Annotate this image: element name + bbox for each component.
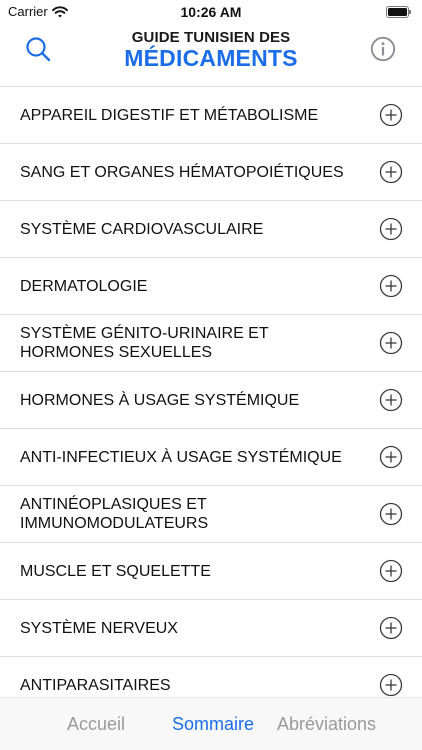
plus-circle-icon[interactable] <box>379 502 403 526</box>
category-label: SYSTÈME GÉNITO-URINAIRE ET HORMONES SEXU… <box>20 325 269 361</box>
status-time: 10:26 AM <box>180 4 242 20</box>
category-row[interactable]: SYSTÈME GÉNITO-URINAIRE ET HORMONES SEXU… <box>0 314 422 371</box>
plus-circle-icon[interactable] <box>379 616 403 640</box>
plus-circle-icon[interactable] <box>379 559 403 583</box>
category-label: ANTIPARASITAIRES <box>20 676 171 694</box>
plus-circle-icon[interactable] <box>379 103 403 127</box>
category-label: DERMATOLOGIE <box>20 277 148 295</box>
tab-abreviations[interactable]: Abréviations <box>277 714 376 735</box>
category-label: ANTI-INFECTIEUX À USAGE SYSTÉMIQUE <box>20 448 342 466</box>
category-label: HORMONES À USAGE SYSTÉMIQUE <box>20 391 300 409</box>
plus-circle-icon[interactable] <box>379 217 403 241</box>
plus-circle-icon[interactable] <box>379 274 403 298</box>
category-label: APPAREIL DIGESTIF ET MÉTABOLISME <box>20 106 319 124</box>
category-row[interactable]: APPAREIL DIGESTIF ET MÉTABOLISME <box>0 86 422 143</box>
category-row[interactable]: ANTINÉOPLASIQUES ET IMMUNOMODULATEURS <box>0 485 422 542</box>
logo-title-top: GUIDE TUNISIEN DES <box>131 29 291 46</box>
plus-circle-icon[interactable] <box>379 160 403 184</box>
plus-circle-icon[interactable] <box>379 445 403 469</box>
plus-circle-icon[interactable] <box>379 673 403 697</box>
info-icon <box>370 36 396 62</box>
battery-icon <box>386 6 412 18</box>
app-logo: GUIDE TUNISIEN DES MÉDICAMENTS <box>0 29 422 71</box>
status-bar: Carrier 10:26 AM <box>0 0 422 26</box>
category-label: MUSCLE ET SQUELETTE <box>20 562 211 580</box>
tab-sommaire[interactable]: Sommaire <box>172 714 254 735</box>
tab-bar: Accueil Sommaire Abréviations <box>0 697 422 750</box>
tab-accueil[interactable]: Accueil <box>67 714 125 735</box>
category-label: SANG ET ORGANES HÉMATOPOIÉTIQUES <box>20 163 344 181</box>
plus-circle-icon[interactable] <box>379 331 403 355</box>
plus-circle-icon[interactable] <box>379 388 403 412</box>
category-row[interactable]: SYSTÈME CARDIOVASCULAIRE <box>0 200 422 257</box>
category-row[interactable]: SYSTÈME NERVEUX <box>0 599 422 656</box>
app-header: GUIDE TUNISIEN DES MÉDICAMENTS <box>0 26 422 86</box>
category-list: APPAREIL DIGESTIF ET MÉTABOLISME SANG ET… <box>0 86 422 713</box>
category-row[interactable]: SANG ET ORGANES HÉMATOPOIÉTIQUES <box>0 143 422 200</box>
category-label: ANTINÉOPLASIQUES ET IMMUNOMODULATEURS <box>20 496 209 532</box>
category-row[interactable]: MUSCLE ET SQUELETTE <box>0 542 422 599</box>
category-row[interactable]: HORMONES À USAGE SYSTÉMIQUE <box>0 371 422 428</box>
category-row[interactable]: ANTI-INFECTIEUX À USAGE SYSTÉMIQUE <box>0 428 422 485</box>
info-button[interactable] <box>370 36 396 62</box>
category-label: SYSTÈME CARDIOVASCULAIRE <box>20 220 264 238</box>
logo-title-main: MÉDICAMENTS <box>124 45 298 71</box>
category-row[interactable]: DERMATOLOGIE <box>0 257 422 314</box>
category-label: SYSTÈME NERVEUX <box>20 619 178 637</box>
